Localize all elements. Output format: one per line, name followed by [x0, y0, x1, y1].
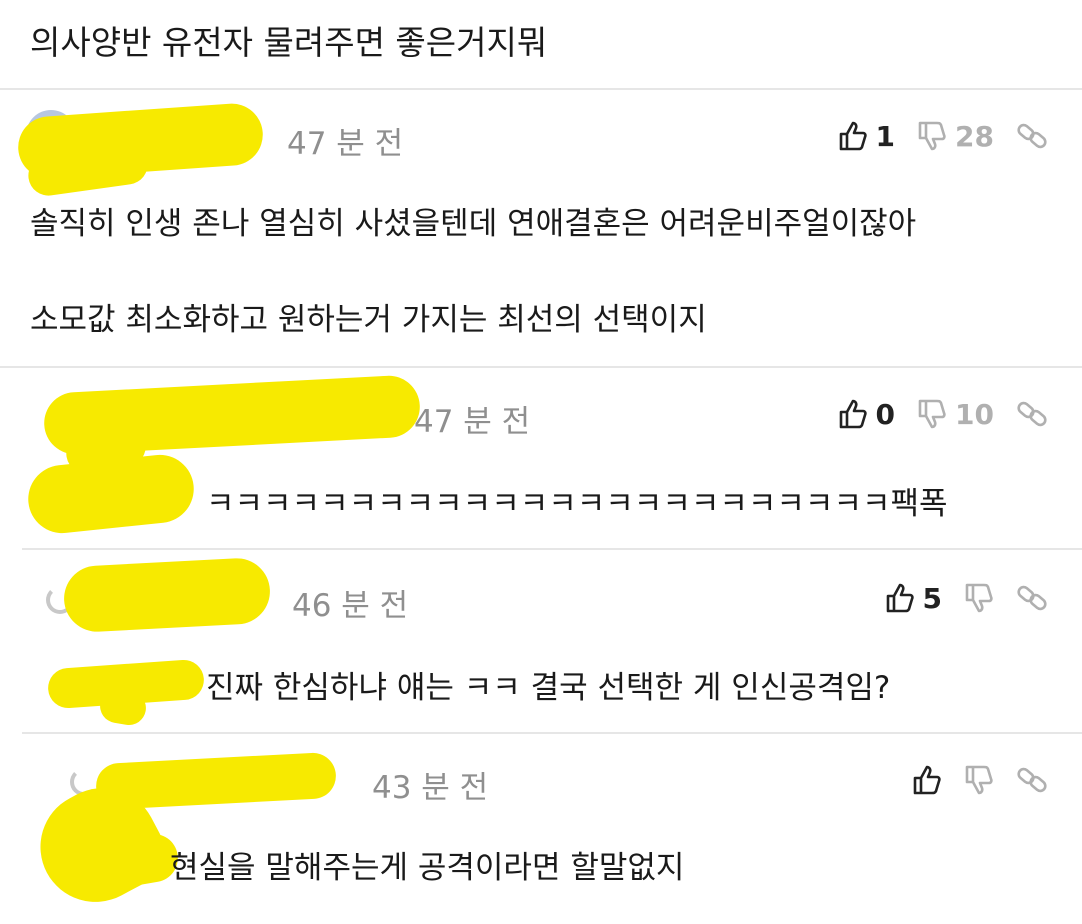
thumbs-down-icon	[965, 583, 993, 613]
share-link-button[interactable]	[1016, 120, 1048, 152]
dislike-button[interactable]	[964, 582, 994, 614]
dislike-button[interactable]	[964, 764, 994, 796]
comment-time: 47 분 전	[287, 126, 404, 162]
like-count: 5	[922, 581, 942, 615]
redaction-mark	[62, 556, 272, 634]
share-link-button[interactable]	[1016, 398, 1048, 430]
like-count: 0	[875, 397, 896, 431]
share-link-button[interactable]	[1016, 764, 1048, 796]
thumbs-up-icon	[913, 765, 941, 795]
comment-time: 47 분 전	[414, 404, 531, 440]
comment-text: 진짜 한심하냐 얘는 ㅋㅋ 결국 선택한 게 인신공격임?	[206, 670, 891, 706]
comment-text: 현실을 말해주는게 공격이라면 할말없지	[170, 850, 685, 886]
redaction-mark	[24, 451, 198, 537]
comment-text: ㅋㅋㅋㅋㅋㅋㅋㅋㅋㅋㅋㅋㅋㅋㅋㅋㅋㅋㅋㅋㅋㅋㅋㅋ팩폭	[206, 486, 948, 522]
thumbs-up-icon	[839, 121, 867, 151]
dislike-button[interactable]: 10	[917, 398, 994, 431]
comment-text: 소모값 최소화하고 원하는거 가지는 최선의 선택이지	[30, 302, 707, 338]
like-button[interactable]: 1	[838, 120, 895, 153]
link-icon	[1017, 123, 1047, 149]
comment-time: 43 분 전	[372, 770, 489, 806]
thumbs-down-icon	[918, 121, 946, 151]
thumbs-up-icon	[886, 583, 914, 613]
post-title: 의사양반 유전자 물려주면 좋은거지뭐	[30, 23, 548, 62]
thumbs-down-icon	[965, 765, 993, 795]
like-button[interactable]: 0	[838, 398, 895, 431]
link-icon	[1017, 767, 1047, 793]
comment-text: 솔직히 인생 존나 열심히 사셨을텐데 연애결혼은 어려운비주얼이잖아	[30, 206, 917, 242]
comment-time: 46 분 전	[292, 588, 409, 624]
share-link-button[interactable]	[1016, 582, 1048, 614]
link-icon	[1017, 585, 1047, 611]
dislike-count: 28	[955, 119, 994, 153]
divider	[22, 732, 1082, 734]
like-button[interactable]	[912, 764, 942, 796]
thumbs-up-icon	[839, 399, 867, 429]
dislike-button[interactable]: 28	[917, 120, 994, 153]
like-count: 1	[875, 119, 896, 153]
like-button[interactable]: 5	[885, 582, 942, 615]
thumbs-down-icon	[918, 399, 946, 429]
divider	[0, 88, 1082, 90]
link-icon	[1017, 401, 1047, 427]
divider	[0, 366, 1082, 368]
dislike-count: 10	[955, 397, 994, 431]
divider	[22, 548, 1082, 550]
